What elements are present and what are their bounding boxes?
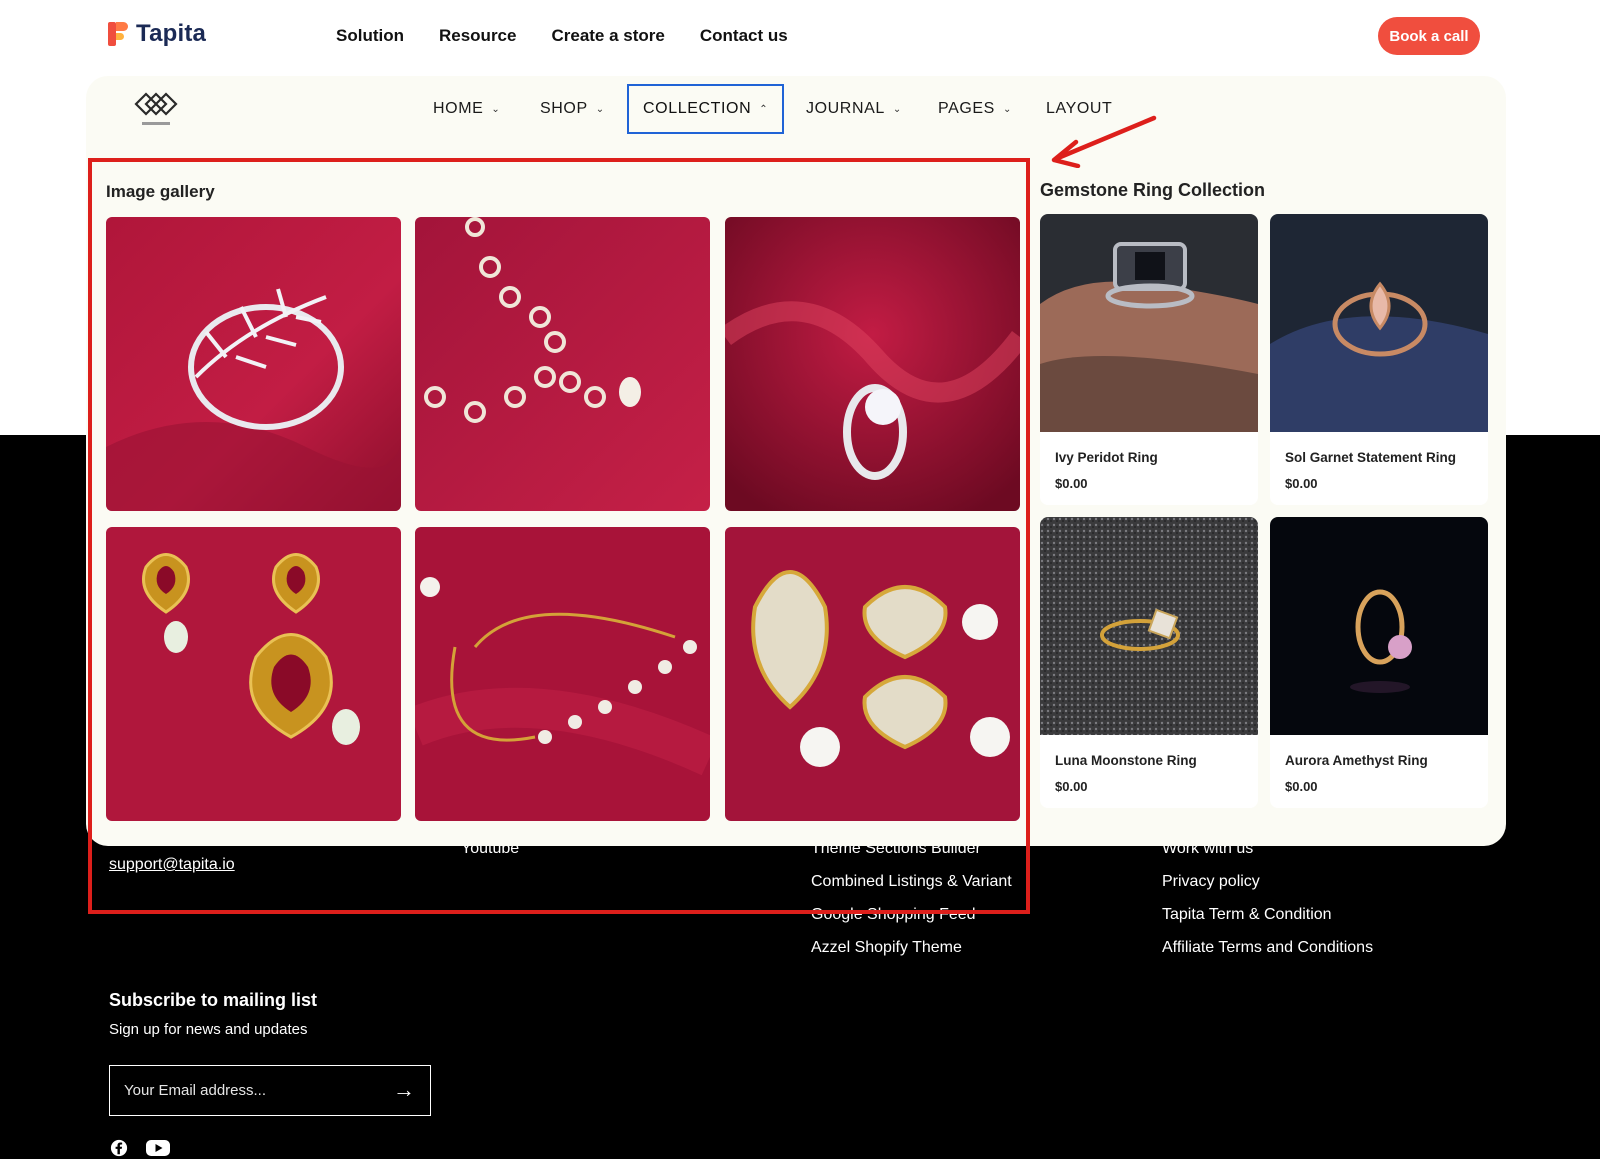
- support-email-link[interactable]: support@tapita.io: [109, 856, 235, 874]
- subscribe-title: Subscribe to mailing list: [109, 990, 318, 1010]
- product-image-ivy-peridot[interactable]: [1040, 214, 1258, 432]
- product-card[interactable]: Ivy Peridot Ring $0.00: [1040, 214, 1258, 505]
- product-name[interactable]: Sol Garnet Statement Ring: [1285, 450, 1456, 465]
- store-nav-collection-label: COLLECTION: [643, 100, 752, 117]
- subscribe-description: Sign up for news and updates: [109, 1021, 308, 1038]
- store-nav-journal-label: JOURNAL: [806, 100, 885, 117]
- chevron-down-icon: ⌄: [491, 103, 501, 115]
- book-call-button[interactable]: Book a call: [1378, 17, 1480, 55]
- product-name[interactable]: Aurora Amethyst Ring: [1285, 753, 1428, 768]
- product-name[interactable]: Ivy Peridot Ring: [1055, 450, 1158, 465]
- gallery-image-solitaire-ring[interactable]: [725, 217, 1020, 511]
- submit-arrow-icon[interactable]: →: [392, 1078, 416, 1103]
- top-nav: Solution Resource Create a store Contact…: [336, 26, 788, 46]
- nav-resource[interactable]: Resource: [439, 26, 516, 46]
- product-image-sol-garnet[interactable]: [1270, 214, 1488, 432]
- product-card[interactable]: Sol Garnet Statement Ring $0.00: [1270, 214, 1488, 505]
- footer-link-combined-listings[interactable]: Combined Listings & Variant: [811, 873, 1012, 891]
- chevron-down-icon: ⌄: [595, 103, 605, 115]
- store-nav-pages-label: PAGES: [938, 100, 995, 117]
- footer-link-affiliate[interactable]: Affiliate Terms and Conditions: [1162, 939, 1373, 957]
- brand-name: Tapita: [136, 20, 207, 47]
- product-image-luna-moonstone[interactable]: [1040, 517, 1258, 735]
- facebook-icon[interactable]: [109, 1139, 129, 1157]
- newsletter-email-input[interactable]: [124, 1082, 392, 1099]
- chevron-down-icon: ⌄: [1002, 103, 1012, 115]
- product-name[interactable]: Luna Moonstone Ring: [1055, 753, 1197, 768]
- store-nav-home[interactable]: HOME ⌄: [433, 84, 500, 134]
- gallery-image-leaf-ring[interactable]: [106, 217, 401, 511]
- newsletter-form: →: [109, 1065, 431, 1116]
- store-nav-shop-label: SHOP: [540, 100, 588, 117]
- gallery-image-pearl-earrings[interactable]: [725, 527, 1020, 821]
- nav-contact[interactable]: Contact us: [700, 26, 788, 46]
- product-card[interactable]: Aurora Amethyst Ring $0.00: [1270, 517, 1488, 808]
- nav-create-store[interactable]: Create a store: [551, 26, 664, 46]
- store-nav-shop[interactable]: SHOP ⌄: [540, 84, 605, 134]
- store-nav-collection[interactable]: COLLECTION ⌃: [627, 84, 784, 134]
- collection-title: Gemstone Ring Collection: [1040, 180, 1266, 200]
- store-nav-home-label: HOME: [433, 100, 484, 117]
- annotation-arrow-icon: [1051, 115, 1157, 168]
- store-navigation: HOME ⌄ SHOP ⌄ COLLECTION ⌃ JOURNAL ⌄ PAG…: [0, 84, 1600, 134]
- tapita-logo[interactable]: Tapita: [108, 20, 206, 48]
- chevron-down-icon: ⌄: [892, 103, 902, 115]
- gallery-image-necklace[interactable]: [415, 217, 710, 511]
- store-nav-journal[interactable]: JOURNAL ⌄: [806, 84, 902, 134]
- tapita-logo-icon: [108, 22, 130, 46]
- product-price: $0.00: [1055, 779, 1088, 794]
- youtube-icon[interactable]: [146, 1139, 170, 1157]
- nav-solution[interactable]: Solution: [336, 26, 404, 46]
- product-price: $0.00: [1285, 779, 1318, 794]
- store-nav-pages[interactable]: PAGES ⌄: [938, 84, 1012, 134]
- footer-link-google-shopping[interactable]: Google Shopping Feed: [811, 906, 976, 924]
- gallery-image-bracelet[interactable]: [415, 527, 710, 821]
- product-price: $0.00: [1055, 476, 1088, 491]
- site-header: Tapita Solution Resource Create a store …: [0, 0, 1600, 72]
- footer-link-privacy[interactable]: Privacy policy: [1162, 873, 1260, 891]
- footer-link-terms[interactable]: Tapita Term & Condition: [1162, 906, 1332, 924]
- gallery-title: Image gallery: [106, 182, 215, 201]
- product-image-aurora-amethyst[interactable]: [1270, 517, 1488, 735]
- product-card[interactable]: Luna Moonstone Ring $0.00: [1040, 517, 1258, 808]
- gallery-image-ruby-earrings[interactable]: [106, 527, 401, 821]
- footer-link-azzel-theme[interactable]: Azzel Shopify Theme: [811, 939, 962, 957]
- chevron-up-icon: ⌃: [759, 103, 769, 115]
- product-price: $0.00: [1285, 476, 1318, 491]
